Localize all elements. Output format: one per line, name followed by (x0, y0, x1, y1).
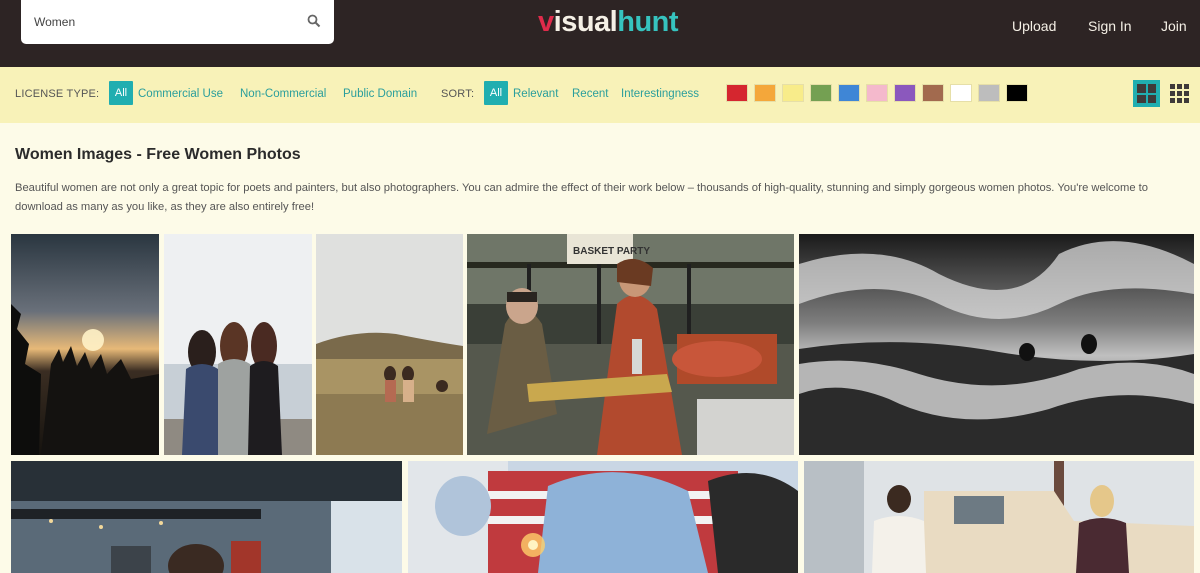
color-swatch-white[interactable] (950, 84, 972, 102)
license-commercial-use[interactable]: Commercial Use (138, 88, 223, 100)
color-swatch-black[interactable] (1006, 84, 1028, 102)
sort-relevant[interactable]: Relevant (513, 88, 558, 100)
join-link[interactable]: Join (1161, 18, 1187, 34)
color-swatch-green[interactable] (810, 84, 832, 102)
license-type-label: LICENSE TYPE: (15, 88, 100, 100)
photo-truck-women[interactable] (804, 461, 1194, 573)
visualhunt-logo[interactable]: visualhunt (538, 6, 679, 39)
sign-in-link[interactable]: Sign In (1088, 18, 1132, 34)
basket-party-sign: BASKET PARTY (573, 246, 650, 257)
color-swatch-blue[interactable] (838, 84, 860, 102)
small-grid-view-button[interactable] (1166, 80, 1193, 107)
license-public-domain[interactable]: Public Domain (343, 88, 417, 100)
license-non-commercial[interactable]: Non-Commercial (240, 88, 326, 100)
page-description: Beautiful women are not only a great top… (15, 182, 1148, 213)
color-swatch-red[interactable] (726, 84, 748, 102)
sort-label: SORT: (441, 88, 475, 100)
photo-vintage-cafe[interactable]: BASKET PARTY (467, 234, 794, 455)
search-input[interactable] (34, 12, 294, 32)
large-grid-icon (1137, 84, 1156, 103)
photo-sunset-silhouettes[interactable] (11, 234, 159, 455)
logo-part-hunt: hunt (617, 6, 679, 38)
color-swatch-orange[interactable] (754, 84, 776, 102)
color-swatch-gray[interactable] (978, 84, 1000, 102)
page-title: Women Images - Free Women Photos (15, 146, 301, 163)
color-swatch-brown[interactable] (922, 84, 944, 102)
license-all-button[interactable]: All (109, 81, 133, 105)
logo-part-isual: isual (553, 6, 618, 38)
photo-sea-bw[interactable] (799, 234, 1194, 455)
top-header: visualhunt Upload Sign In Join (0, 0, 1200, 67)
search-icon[interactable] (307, 14, 321, 28)
sort-recent[interactable]: Recent (572, 88, 608, 100)
filter-bar: LICENSE TYPE: All Commercial Use Non-Com… (0, 67, 1200, 123)
photo-three-women-back[interactable] (164, 234, 312, 455)
photo-cafe-interior[interactable] (11, 461, 402, 573)
color-swatch-purple[interactable] (894, 84, 916, 102)
sort-all-button[interactable]: All (484, 81, 508, 105)
small-grid-icon (1170, 84, 1189, 103)
color-swatch-pink[interactable] (866, 84, 888, 102)
photo-sparkler[interactable] (408, 461, 798, 573)
photo-field-walk[interactable] (316, 234, 463, 455)
upload-link[interactable]: Upload (1012, 18, 1056, 34)
color-swatch-yellow[interactable] (782, 84, 804, 102)
search-box (21, 0, 334, 44)
logo-part-v: v (538, 6, 554, 38)
large-grid-view-button[interactable] (1133, 80, 1160, 107)
sort-interestingness[interactable]: Interestingness (621, 88, 699, 100)
